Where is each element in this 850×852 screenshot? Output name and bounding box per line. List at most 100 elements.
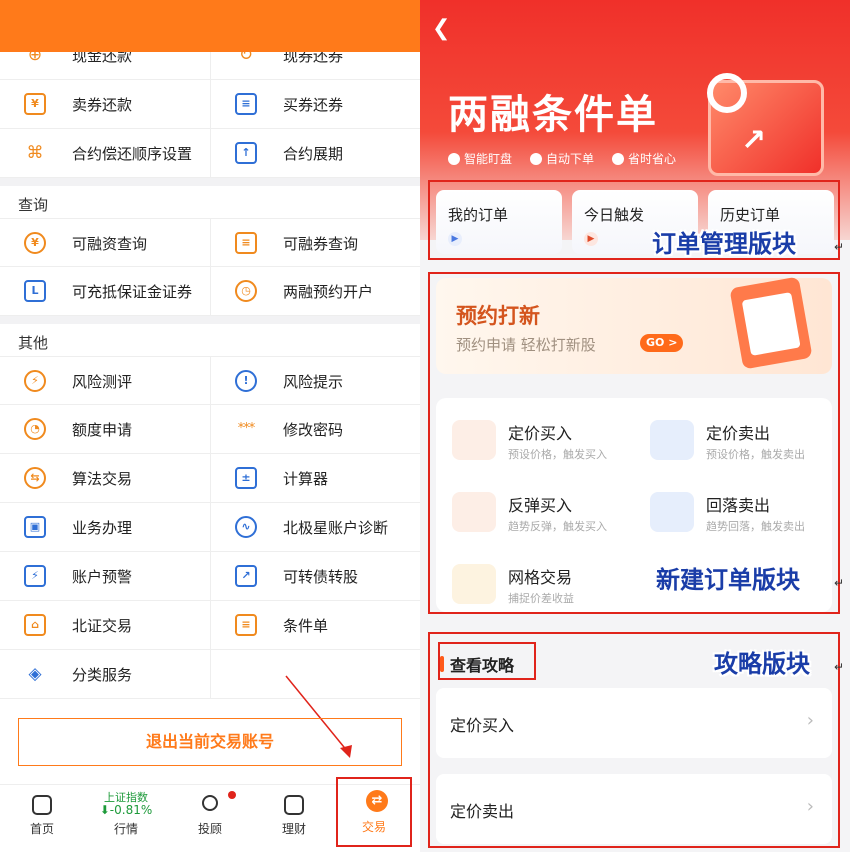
convertible-icon: ↗ bbox=[235, 565, 257, 587]
menu-item-quota[interactable]: ◔ 额度申请 bbox=[0, 405, 210, 454]
menu-item-account-warning[interactable]: ⚡ 账户预警 bbox=[0, 552, 210, 601]
account-booking-icon: ◷ bbox=[235, 280, 257, 302]
menu-item-account-booking[interactable]: ◷ 两融预约开户 bbox=[210, 267, 420, 316]
menu-item-label: 合约展期 bbox=[283, 145, 344, 163]
risk-assess-icon: ⚡ bbox=[24, 370, 46, 392]
menu-row: ◔ 额度申请 *** 修改密码 bbox=[0, 405, 420, 454]
chart-illustration-icon: ↗ bbox=[707, 73, 824, 176]
menu-item-label: 修改密码 bbox=[283, 421, 344, 439]
contract-extend-icon: ↑ bbox=[235, 142, 257, 164]
condition-order-panel: ❮ 两融条件单 智能盯盘 自动下单 省时省心 ↗ 我的订单 ▶ 今日触发 ▶ 历… bbox=[420, 0, 850, 852]
sell-repay-icon: ¥ bbox=[24, 93, 46, 115]
menu-item-label: 可充抵保证金证券 bbox=[72, 283, 193, 301]
menu-item-algo-trade[interactable]: ⇆ 算法交易 bbox=[0, 454, 210, 503]
nav-advisor[interactable]: 投顾 bbox=[168, 785, 252, 852]
return-mark: ↵ bbox=[834, 660, 845, 674]
top-bar-cover bbox=[0, 0, 420, 52]
menu-item-label: 北极星账户诊断 bbox=[283, 519, 389, 537]
wallet-icon bbox=[284, 795, 304, 815]
nav-label: 行情 bbox=[113, 822, 138, 836]
feature-save-time: 省时省心 bbox=[612, 150, 676, 167]
page-title: 两融条件单 bbox=[448, 92, 658, 138]
menu-item-label: 条件单 bbox=[283, 617, 329, 635]
menu-item-collateral[interactable]: L 可充抵保证金证券 bbox=[0, 267, 210, 316]
return-mark: ↵ bbox=[834, 576, 845, 590]
menu-item-label: 北证交易 bbox=[72, 617, 133, 635]
diagnosis-icon: ∿ bbox=[235, 516, 257, 538]
bse-trade-icon: ⌂ bbox=[24, 614, 46, 636]
home-icon bbox=[32, 795, 52, 815]
menu-item-password[interactable]: *** 修改密码 bbox=[210, 405, 420, 454]
menu-item-contract-order[interactable]: ⌘ 合约偿还顺序设置 bbox=[0, 129, 210, 178]
menu-item-label: 合约偿还顺序设置 bbox=[72, 145, 193, 163]
menu-row: ⚡ 风险测评 ! 风险提示 bbox=[0, 356, 420, 406]
feature-smart-watch: 智能盯盘 bbox=[448, 150, 512, 167]
feature-auto-order: 自动下单 bbox=[530, 150, 594, 167]
menu-item-diagnosis[interactable]: ∿ 北极星账户诊断 bbox=[210, 503, 420, 552]
menu-item-label: 可融券查询 bbox=[283, 235, 359, 253]
menu-item-calculator[interactable]: ± 计算器 bbox=[210, 454, 420, 503]
menu-row: ▣ 业务办理 ∿ 北极星账户诊断 bbox=[0, 503, 420, 552]
nav-market[interactable]: 上证指数 ⬇-0.81% 行情 bbox=[84, 785, 168, 852]
condition-order-icon: ≡ bbox=[235, 614, 257, 636]
menu-item-label: 两融预约开户 bbox=[283, 283, 374, 301]
annotation-label-new: 新建订单版块 bbox=[656, 566, 800, 594]
menu-item-label: 卖券还款 bbox=[72, 96, 133, 114]
calculator-icon: ± bbox=[235, 467, 257, 489]
menu-item-contract-extend[interactable]: ↑ 合约展期 bbox=[210, 129, 420, 178]
menu-item-buy-return[interactable]: ≡ 买券还券 bbox=[210, 80, 420, 129]
menu-item-finance-query[interactable]: ¥ 可融资查询 bbox=[0, 219, 210, 268]
menu-item-label: 额度申请 bbox=[72, 421, 133, 439]
menu-item-sell-repay[interactable]: ¥ 卖券还款 bbox=[0, 80, 210, 129]
password-icon: *** bbox=[237, 421, 256, 436]
menu-item-securities-query[interactable]: ≡ 可融券查询 bbox=[210, 219, 420, 268]
menu-item-risk-assess[interactable]: ⚡ 风险测评 bbox=[0, 357, 210, 406]
section-divider bbox=[0, 178, 420, 186]
category-service-icon: ◈ bbox=[28, 664, 42, 684]
account-warning-icon: ⚡ bbox=[24, 565, 46, 587]
menu-item-business[interactable]: ▣ 业务办理 bbox=[0, 503, 210, 552]
menu-row: ¥ 卖券还款 ≡ 买券还券 bbox=[0, 80, 420, 129]
buy-return-icon: ≡ bbox=[235, 93, 257, 115]
highlight-trade-tab bbox=[336, 777, 412, 847]
return-mark: ↵ bbox=[834, 240, 845, 254]
menu-row: ⌂ 北证交易 ≡ 条件单 bbox=[0, 601, 420, 650]
menu-item-label: 可融资查询 bbox=[72, 235, 148, 253]
menu-row: L 可充抵保证金证券 ◷ 两融预约开户 bbox=[0, 267, 420, 316]
risk-alert-icon: ! bbox=[235, 370, 257, 392]
menu-item-category-service[interactable]: ◈ 分类服务 bbox=[0, 650, 210, 699]
menu-item-label: 风险测评 bbox=[72, 373, 133, 391]
nav-label: 首页 bbox=[29, 822, 54, 836]
menu-item-bse-trade[interactable]: ⌂ 北证交易 bbox=[0, 601, 210, 650]
menu-item-label: 算法交易 bbox=[72, 470, 133, 488]
collateral-icon: L bbox=[24, 280, 46, 302]
securities-query-icon: ≡ bbox=[235, 232, 257, 254]
quota-icon: ◔ bbox=[24, 418, 46, 440]
menu-item-label: 账户预警 bbox=[72, 568, 133, 586]
menu-item-label: 分类服务 bbox=[72, 666, 133, 684]
contract-order-icon: ⌘ bbox=[26, 143, 44, 163]
menu-item-risk-alert[interactable]: ! 风险提示 bbox=[210, 357, 420, 406]
menu-item-convertible[interactable]: ↗ 可转债转股 bbox=[210, 552, 420, 601]
finance-query-icon: ¥ bbox=[24, 232, 46, 254]
section-divider bbox=[0, 316, 420, 324]
nav-wealth[interactable]: 理财 bbox=[252, 785, 336, 852]
business-icon: ▣ bbox=[24, 516, 46, 538]
nav-label: 投顾 bbox=[197, 822, 222, 836]
menu-item-label: 计算器 bbox=[283, 470, 329, 488]
algo-trade-icon: ⇆ bbox=[24, 467, 46, 489]
back-icon[interactable]: ❮ bbox=[432, 16, 450, 41]
logout-button[interactable]: 退出当前交易账号 bbox=[18, 718, 402, 766]
person-icon bbox=[202, 795, 218, 811]
menu-row: ⇆ 算法交易 ± 计算器 bbox=[0, 454, 420, 503]
annotation-label-guide: 攻略版块 bbox=[714, 650, 810, 678]
section-title-query: 查询 bbox=[18, 196, 49, 214]
menu-item-label: 风险提示 bbox=[283, 373, 344, 391]
nav-label: 理财 bbox=[281, 822, 306, 836]
nav-home[interactable]: 首页 bbox=[0, 785, 84, 852]
menu-item-label: 可转债转股 bbox=[283, 568, 359, 586]
notification-dot bbox=[228, 791, 236, 799]
menu-item-condition-order[interactable]: ≡ 条件单 bbox=[210, 601, 420, 650]
trade-menu-panel: 普通 两融 期权 ✆ 问 60 ⊕ 现金还款 ↻ 现券还券 ¥ 卖券还款 ≡ 买… bbox=[0, 0, 420, 852]
menu-row: ⚡ 账户预警 ↗ 可转债转股 bbox=[0, 552, 420, 601]
